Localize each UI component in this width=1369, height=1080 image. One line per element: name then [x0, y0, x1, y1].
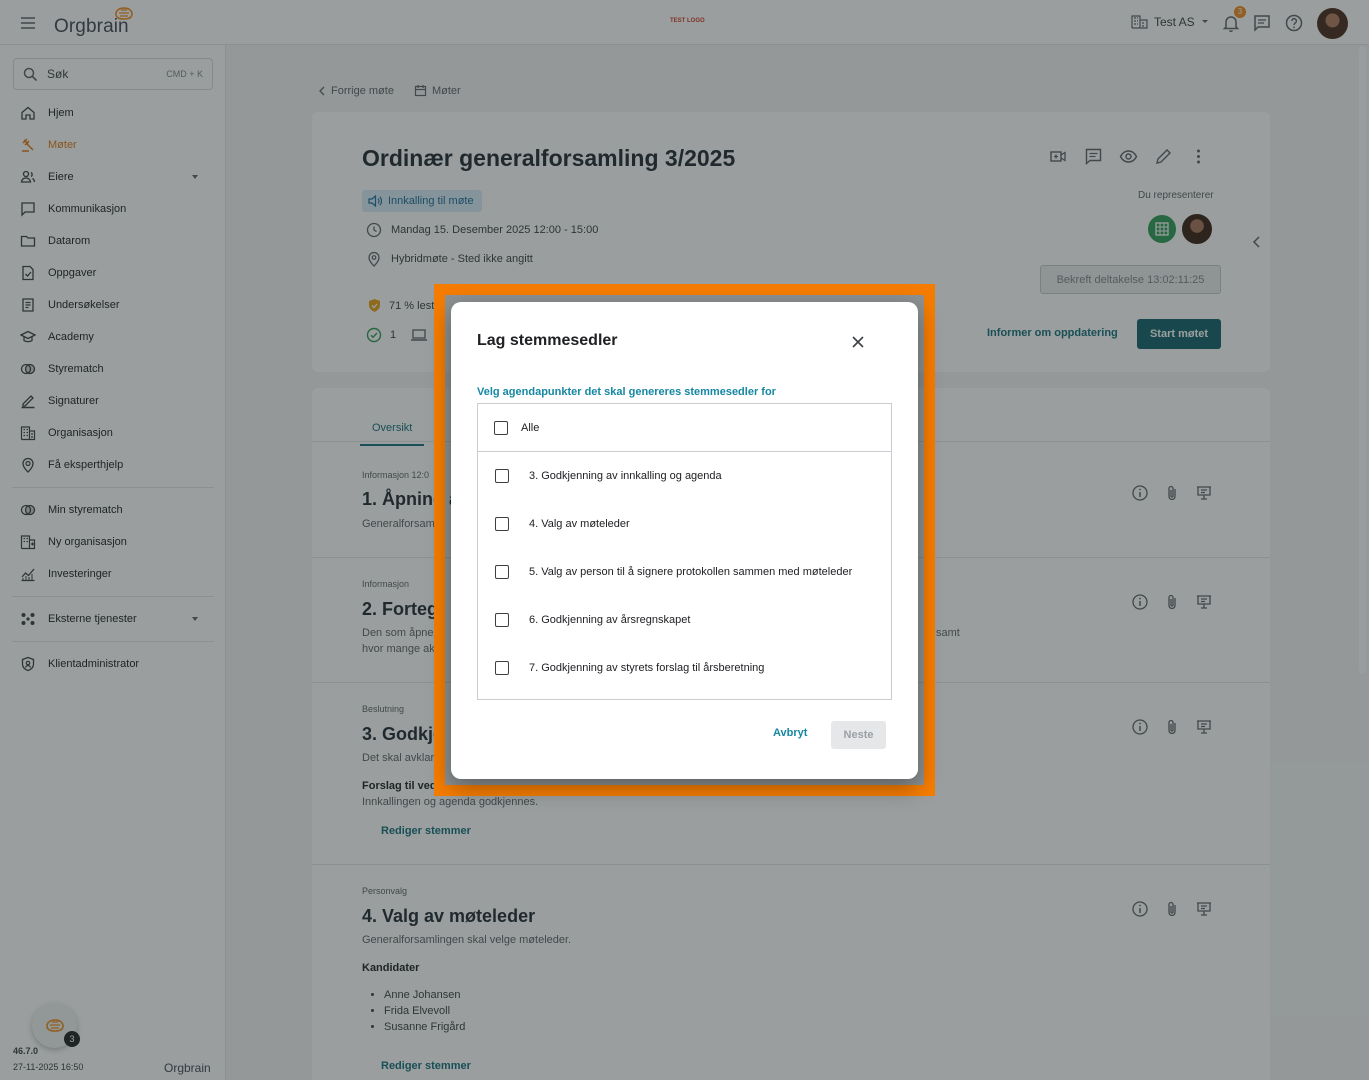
- create-ballots-dialog: Lag stemmesedler Velg agendapunkter det …: [451, 302, 918, 779]
- agenda-option[interactable]: 3. Godkjenning av innkalling og agenda: [478, 452, 891, 500]
- agenda-option[interactable]: 7. Godkjenning av styrets forslag til år…: [478, 644, 891, 692]
- agenda-option-checkbox[interactable]: [495, 517, 509, 531]
- agenda-option-checkbox[interactable]: [495, 469, 509, 483]
- select-all-checkbox[interactable]: [494, 420, 508, 435]
- agenda-option[interactable]: 4. Valg av møteleder: [478, 500, 891, 548]
- option-label: 7. Godkjenning av styrets forslag til år…: [529, 662, 765, 674]
- next-button[interactable]: Neste: [831, 721, 886, 749]
- agenda-selection-list: Alle 3. Godkjenning av innkalling og age…: [477, 403, 892, 700]
- select-all-option[interactable]: Alle: [478, 404, 891, 452]
- page-scrollbar[interactable]: [1359, 46, 1366, 674]
- dialog-title: Lag stemmesedler: [477, 332, 618, 349]
- agenda-option[interactable]: 5. Valg av person til å signere protokol…: [478, 548, 891, 596]
- cancel-button[interactable]: Avbryt: [773, 727, 807, 739]
- agenda-option-checkbox[interactable]: [495, 661, 509, 675]
- agenda-option-checkbox[interactable]: [495, 565, 509, 579]
- option-label: 5. Valg av person til å signere protokol…: [529, 566, 853, 578]
- option-label: 6. Godkjenning av årsregnskapet: [529, 614, 691, 626]
- agenda-option-checkbox[interactable]: [495, 613, 509, 627]
- close-icon[interactable]: [849, 333, 867, 351]
- option-label: 4. Valg av møteleder: [529, 518, 630, 530]
- dialog-prompt: Velg agendapunkter det skal genereres st…: [477, 386, 776, 398]
- option-label: 3. Godkjenning av innkalling og agenda: [529, 470, 722, 482]
- option-label: Alle: [521, 421, 540, 434]
- agenda-option[interactable]: 6. Godkjenning av årsregnskapet: [478, 596, 891, 644]
